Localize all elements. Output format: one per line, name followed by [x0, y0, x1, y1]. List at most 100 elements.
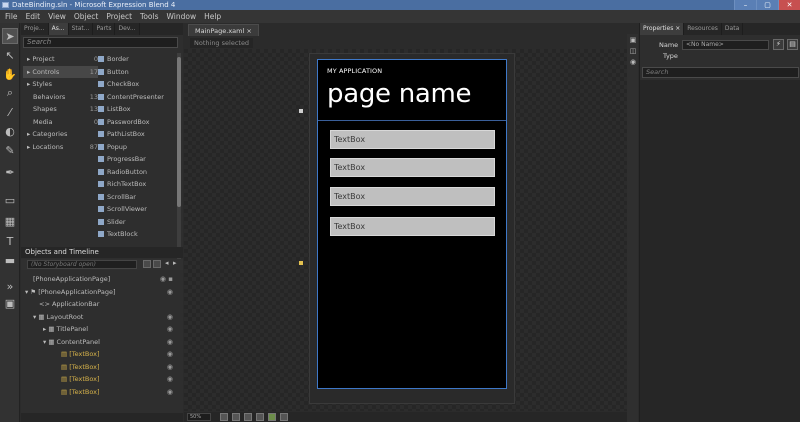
eye-icon[interactable]: ◉ — [167, 336, 173, 349]
device-icon[interactable] — [280, 413, 288, 421]
tab-data[interactable]: Data — [722, 23, 744, 35]
direct-selection-icon[interactable]: ↖ — [2, 47, 18, 63]
asset-button[interactable]: Button — [98, 66, 176, 79]
xaml-view-icon[interactable]: ◫ — [629, 47, 637, 55]
asset-contentpresenter[interactable]: ContentPresenter — [98, 91, 176, 104]
asset-scrollviewer[interactable]: ScrollViewer — [98, 203, 176, 216]
render-effects-icon[interactable] — [220, 413, 228, 421]
asset-slider[interactable]: Slider — [98, 216, 176, 229]
paint-bucket-icon[interactable]: ◐ — [2, 123, 18, 139]
eyedropper-icon[interactable]: ⁄ — [2, 104, 18, 120]
snap-lines-icon[interactable] — [256, 413, 264, 421]
asset-scrollbar[interactable]: ScrollBar — [98, 191, 176, 204]
eye-icon[interactable]: ◉ — [167, 323, 173, 336]
asset-richtextbox[interactable]: RichTextBox — [98, 178, 176, 191]
phone-page[interactable]: MY APPLICATION page name TextBox TextBox… — [317, 59, 507, 389]
asset-passwordbox[interactable]: PasswordBox — [98, 116, 176, 129]
close-button[interactable]: ✕ — [778, 0, 800, 10]
textbox-4[interactable]: TextBox — [330, 217, 495, 236]
asset-list-scroll-thumb[interactable] — [177, 57, 181, 207]
control-icon[interactable]: ▬ — [2, 252, 18, 268]
text-icon[interactable]: T — [2, 233, 18, 249]
eye-icon[interactable]: ◉ — [167, 361, 173, 374]
split-view-icon[interactable]: ◉ — [629, 58, 637, 66]
tree-textbox-4[interactable]: ▤ [TextBox] ◉ — [21, 386, 183, 399]
annotations-icon[interactable] — [268, 413, 276, 421]
minimize-button[interactable]: – — [734, 0, 756, 10]
category-project[interactable]: ▸ Project 0 — [23, 53, 98, 66]
asset-listbox[interactable]: ListBox — [98, 103, 176, 116]
maximize-button[interactable]: ▢ — [756, 0, 778, 10]
storyboard-picker[interactable]: (No Storyboard open) — [27, 260, 137, 269]
menu-edit[interactable]: Edit — [23, 12, 46, 21]
textbox-2[interactable]: TextBox — [330, 158, 495, 177]
assets-icon[interactable]: ▣ — [2, 295, 18, 311]
textbox-3[interactable]: TextBox — [330, 187, 495, 206]
snap-grid-icon[interactable] — [244, 413, 252, 421]
menu-tools[interactable]: Tools — [137, 12, 163, 21]
properties-search-input[interactable]: Search — [642, 67, 799, 78]
brush-icon[interactable]: ✎ — [2, 142, 18, 158]
tab-properties[interactable]: Properties × — [640, 23, 685, 35]
tab-parts[interactable]: Parts — [93, 23, 116, 35]
tab-device[interactable]: Dev... — [115, 23, 140, 35]
asset-textblock[interactable]: TextBlock — [98, 228, 176, 241]
category-shapes[interactable]: Shapes 13 — [23, 103, 98, 116]
category-locations[interactable]: ▸ Locations 87 — [23, 141, 98, 154]
zoom-field[interactable]: 50% — [187, 413, 211, 421]
eye-icon[interactable]: ◉ — [167, 348, 173, 361]
menu-file[interactable]: File — [2, 12, 23, 21]
asset-tool-icon[interactable]: » — [2, 278, 18, 294]
new-storyboard-icon[interactable] — [143, 260, 151, 268]
tab-mainpage-xaml[interactable]: MainPage.xaml × — [188, 24, 259, 36]
properties-icon[interactable]: ▤ — [787, 39, 798, 50]
design-view-icon[interactable]: ▣ — [629, 36, 637, 44]
eye-icon[interactable]: ◉ — [167, 286, 173, 299]
tab-states[interactable]: Stat... — [69, 23, 94, 35]
tab-resources[interactable]: Resources — [684, 23, 722, 35]
asset-progressbar[interactable]: ProgressBar — [98, 153, 176, 166]
tree-titlepanel[interactable]: ▸ ▦ TitlePanel ◉ — [21, 323, 183, 336]
layout-grid-icon[interactable]: ▦ — [2, 213, 18, 229]
textbox-1[interactable]: TextBox — [330, 130, 495, 149]
grid-handle-icon[interactable] — [299, 109, 303, 113]
asset-popup[interactable]: Popup — [98, 141, 176, 154]
pen-icon[interactable]: ✒ — [2, 164, 18, 180]
tree-applicationbar[interactable]: <> ApplicationBar — [21, 298, 183, 311]
category-categories[interactable]: ▸ Categories — [23, 128, 98, 141]
asset-list-scrollbar[interactable] — [177, 53, 181, 261]
show-grid-icon[interactable] — [232, 413, 240, 421]
tree-textbox-2[interactable]: ▤ [TextBox] ◉ — [21, 361, 183, 374]
asset-pathlistbox[interactable]: PathListBox — [98, 128, 176, 141]
grid-anchor-icon[interactable] — [299, 261, 303, 265]
assets-search-input[interactable]: Search — [23, 37, 178, 48]
tree-layoutroot[interactable]: ▾ ▦ LayoutRoot ◉ — [21, 311, 183, 324]
category-styles[interactable]: ▸ Styles — [23, 78, 98, 91]
events-icon[interactable]: ⚡ — [773, 39, 784, 50]
pan-icon[interactable]: ✋ — [2, 66, 18, 82]
tree-contentpanel[interactable]: ▾ ▦ ContentPanel ◉ — [21, 336, 183, 349]
tree-textbox-3[interactable]: ▤ [TextBox] ◉ — [21, 373, 183, 386]
category-behaviors[interactable]: Behaviors 13 — [23, 91, 98, 104]
selection-icon[interactable]: ➤ — [2, 28, 18, 44]
tab-assets[interactable]: As... — [48, 23, 69, 35]
tree-page-root[interactable]: [PhoneApplicationPage] ◉ ▪ — [21, 273, 183, 286]
menu-project[interactable]: Project — [103, 12, 137, 21]
menu-object[interactable]: Object — [71, 12, 103, 21]
menu-window[interactable]: Window — [164, 12, 202, 21]
menu-view[interactable]: View — [45, 12, 71, 21]
tab-projects[interactable]: Proje... — [21, 23, 49, 35]
category-controls[interactable]: ▸ Controls 17 — [23, 65, 98, 78]
eye-icon[interactable]: ◉ — [167, 373, 173, 386]
storyboard-options-icon[interactable] — [153, 260, 161, 268]
asset-border[interactable]: Border — [98, 53, 176, 66]
eye-icon[interactable]: ◉ — [167, 311, 173, 324]
rectangle-icon[interactable]: ▭ — [2, 192, 18, 208]
zoom-icon[interactable]: ⌕ — [2, 85, 18, 101]
asset-radiobutton[interactable]: RadioButton — [98, 166, 176, 179]
category-media[interactable]: Media 0 — [23, 116, 98, 129]
eye-icon[interactable]: ◉ — [167, 386, 173, 399]
expand-icon[interactable]: ▸ — [173, 259, 177, 267]
asset-checkbox[interactable]: CheckBox — [98, 78, 176, 91]
tree-textbox-1[interactable]: ▤ [TextBox] ◉ — [21, 348, 183, 361]
